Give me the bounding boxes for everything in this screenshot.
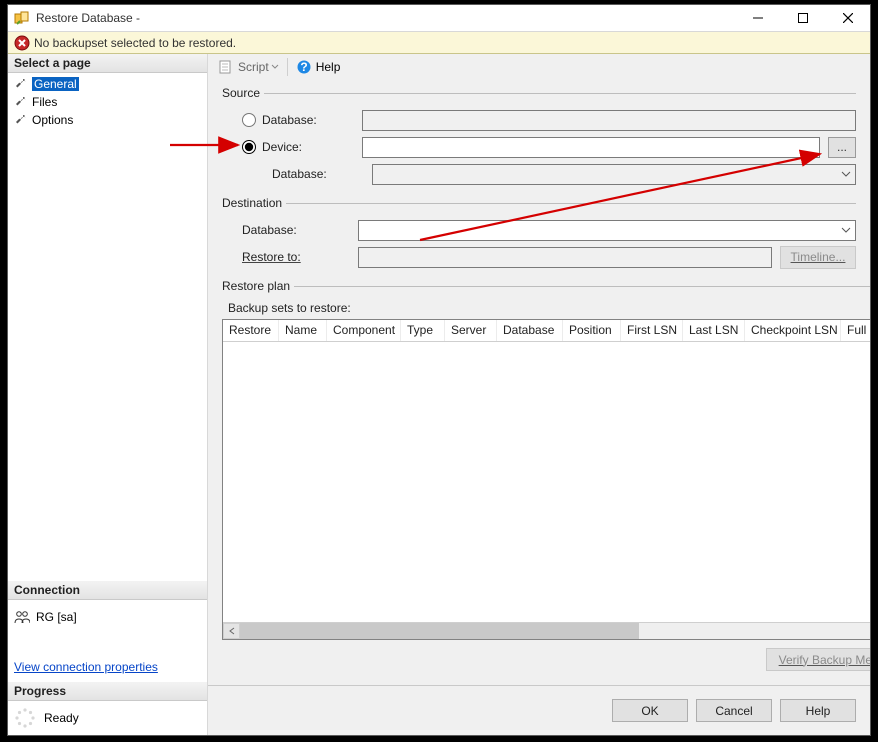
- source-inner-db-label: Database:: [272, 167, 372, 181]
- scroll-track[interactable]: [240, 623, 870, 639]
- page-list: General Files Options: [8, 73, 207, 131]
- source-device-radio[interactable]: [242, 140, 256, 154]
- source-legend: Source: [222, 86, 264, 100]
- col-component[interactable]: Component: [327, 320, 401, 341]
- dest-restoreto-row: Restore to: Timeline...: [222, 244, 856, 270]
- source-database-radio[interactable]: [242, 113, 256, 127]
- help-label: Help: [316, 60, 341, 74]
- source-database-combo[interactable]: [362, 110, 856, 131]
- warning-bar: No backupset selected to be restored.: [8, 32, 870, 54]
- source-group: Source Database: Device: ... Database:: [222, 86, 856, 188]
- col-server[interactable]: Server: [445, 320, 497, 341]
- wrench-icon: [14, 77, 28, 91]
- col-checkpoint-lsn[interactable]: Checkpoint LSN: [745, 320, 841, 341]
- svg-text:?: ?: [300, 60, 307, 74]
- app-icon: [14, 10, 30, 26]
- maximize-button[interactable]: [780, 5, 825, 32]
- col-full-lsn[interactable]: Full LSN: [841, 320, 870, 341]
- sidebar: Select a page General Files Options Conn…: [8, 54, 208, 735]
- view-connection-properties-link[interactable]: View connection properties: [8, 660, 207, 682]
- col-restore[interactable]: Restore: [223, 320, 279, 341]
- scroll-left-icon[interactable]: [223, 623, 240, 639]
- titlebar: Restore Database -: [8, 5, 870, 32]
- destination-legend: Destination: [222, 196, 286, 210]
- source-device-row: Device: ...: [222, 134, 856, 160]
- main-panel: Script ? Help Source Database:: [208, 54, 870, 735]
- help-icon: ?: [296, 59, 312, 75]
- script-icon: [218, 59, 234, 75]
- chevron-down-icon: [840, 224, 852, 239]
- error-icon: [14, 35, 30, 51]
- wrench-icon: [14, 95, 28, 109]
- page-label: General: [32, 77, 79, 91]
- page-label: Files: [32, 95, 57, 109]
- connection-icon: [14, 610, 30, 624]
- grid-hscroll[interactable]: [223, 622, 870, 639]
- backup-sets-grid[interactable]: Restore Name Component Type Server Datab…: [222, 319, 870, 640]
- restore-plan-group: Restore plan Backup sets to restore: Res…: [222, 279, 870, 671]
- dest-database-combo[interactable]: [358, 220, 856, 241]
- progress-text: Ready: [44, 711, 79, 725]
- window-title: Restore Database -: [36, 11, 735, 25]
- col-name[interactable]: Name: [279, 320, 327, 341]
- col-database[interactable]: Database: [497, 320, 563, 341]
- spinner-icon: [14, 707, 36, 729]
- col-first-lsn[interactable]: First LSN: [621, 320, 683, 341]
- page-files[interactable]: Files: [12, 93, 203, 111]
- grid-body: [223, 342, 870, 622]
- footer-help-button[interactable]: Help: [780, 699, 856, 722]
- source-database-row: Database:: [222, 107, 856, 133]
- page-general[interactable]: General: [12, 75, 203, 93]
- col-position[interactable]: Position: [563, 320, 621, 341]
- progress-row: Ready: [8, 701, 207, 735]
- wrench-icon: [14, 113, 28, 127]
- help-button[interactable]: ? Help: [292, 56, 345, 78]
- ok-button[interactable]: OK: [612, 699, 688, 722]
- dest-restoreto-label: Restore to:: [242, 250, 358, 264]
- dialog-footer: OK Cancel Help: [208, 685, 870, 735]
- toolbar: Script ? Help: [208, 54, 870, 80]
- col-last-lsn[interactable]: Last LSN: [683, 320, 745, 341]
- restore-database-dialog: Restore Database - No backupset selected…: [7, 4, 871, 736]
- restore-plan-legend: Restore plan: [222, 279, 294, 293]
- source-device-input[interactable]: [362, 137, 820, 158]
- destination-group: Destination Database: Restore to: Timeli…: [222, 196, 856, 271]
- dest-database-row: Database:: [222, 217, 856, 243]
- browse-device-button[interactable]: ...: [828, 137, 856, 158]
- script-button[interactable]: Script: [214, 56, 283, 78]
- minimize-button[interactable]: [735, 5, 780, 32]
- source-database-label: Database:: [262, 113, 362, 127]
- source-device-label: Device:: [262, 140, 362, 154]
- source-inner-db-combo[interactable]: [372, 164, 856, 185]
- verify-backup-button[interactable]: Verify Backup Media: [766, 648, 870, 671]
- dest-restoreto-input: [358, 247, 772, 268]
- chevron-down-icon: [840, 168, 852, 183]
- grid-header: Restore Name Component Type Server Datab…: [223, 320, 870, 342]
- connection-value-row: RG [sa]: [14, 610, 201, 624]
- warning-text: No backupset selected to be restored.: [34, 36, 236, 50]
- page-label: Options: [32, 113, 73, 127]
- connection-value: RG [sa]: [36, 610, 77, 624]
- timeline-button[interactable]: Timeline...: [780, 246, 856, 269]
- col-type[interactable]: Type: [401, 320, 445, 341]
- source-inner-db-row: Database:: [222, 161, 856, 187]
- progress-header: Progress: [8, 682, 207, 701]
- close-button[interactable]: [825, 5, 870, 32]
- chevron-down-icon: [271, 60, 279, 74]
- backup-sets-label: Backup sets to restore:: [222, 299, 870, 319]
- select-page-header: Select a page: [8, 54, 207, 73]
- cancel-button[interactable]: Cancel: [696, 699, 772, 722]
- connection-header: Connection: [8, 581, 207, 600]
- script-label: Script: [238, 60, 269, 74]
- dest-database-label: Database:: [242, 223, 358, 237]
- page-options[interactable]: Options: [12, 111, 203, 129]
- scroll-thumb[interactable]: [240, 623, 639, 639]
